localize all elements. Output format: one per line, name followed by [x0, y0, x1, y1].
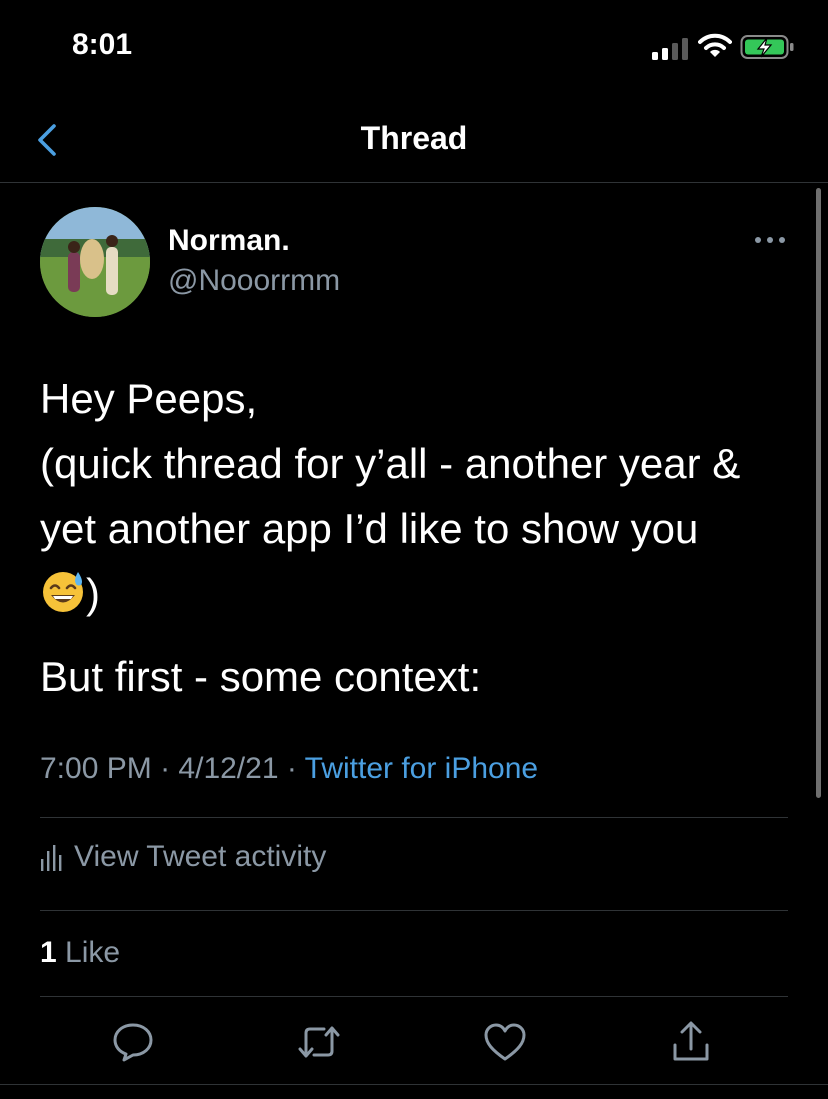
meta-separator: ·: [286, 752, 297, 785]
retweet-icon[interactable]: [296, 1019, 342, 1065]
tweet-source-link[interactable]: Twitter for iPhone: [305, 752, 538, 785]
like-count[interactable]: 1 Like: [40, 936, 120, 970]
avatar-photo: [40, 207, 150, 317]
scrollbar[interactable]: [816, 188, 821, 798]
like-count-number: 1: [40, 936, 57, 969]
tweet-line: yet another app I’d like to show you: [40, 505, 699, 552]
tweet-line: ): [86, 570, 100, 617]
page-title: Thread: [360, 120, 468, 156]
tweet-paragraph-1: Hey Peeps, (quick thread for y’all - ano…: [40, 366, 800, 626]
meta-separator: ·: [160, 752, 171, 785]
divider: [40, 910, 788, 911]
tweet-meta: 7:00 PM · 4/12/21 · Twitter for iPhone: [40, 752, 538, 786]
nav-bar: Thread: [0, 100, 828, 183]
activity-bars-icon: [41, 845, 62, 871]
avatar[interactable]: [40, 207, 150, 317]
share-icon[interactable]: [668, 1019, 714, 1065]
tweet-paragraph-2: But first - some context:: [40, 653, 482, 700]
like-heart-icon[interactable]: [482, 1019, 528, 1065]
divider: [0, 1084, 828, 1085]
battery-charging-icon: [740, 35, 794, 59]
author-name[interactable]: Norman.: [168, 224, 290, 258]
wifi-icon: [698, 33, 732, 57]
divider: [40, 817, 788, 818]
like-count-label: Like: [65, 936, 121, 969]
reply-icon[interactable]: [110, 1019, 156, 1065]
tweet-line: (quick thread for y’all - another year &: [40, 440, 741, 487]
tweet-text: Hey Peeps, (quick thread for y’all - ano…: [40, 366, 800, 709]
status-time: 8:01: [72, 28, 133, 61]
view-tweet-activity-button[interactable]: View Tweet activity: [40, 840, 326, 874]
more-options-icon[interactable]: [750, 228, 790, 252]
divider: [40, 996, 788, 997]
sweat-smile-emoji: [43, 572, 83, 612]
author-handle[interactable]: @Nooorrmm: [168, 264, 340, 298]
tweet-line: Hey Peeps,: [40, 375, 258, 422]
tweet-action-bar: [0, 1015, 828, 1075]
activity-label: View Tweet activity: [74, 840, 327, 873]
tweet-date: 4/12/21: [178, 752, 279, 785]
tweet-time: 7:00 PM: [40, 752, 152, 785]
status-bar: 8:01: [0, 0, 828, 90]
cellular-signal-icon: [652, 38, 688, 60]
